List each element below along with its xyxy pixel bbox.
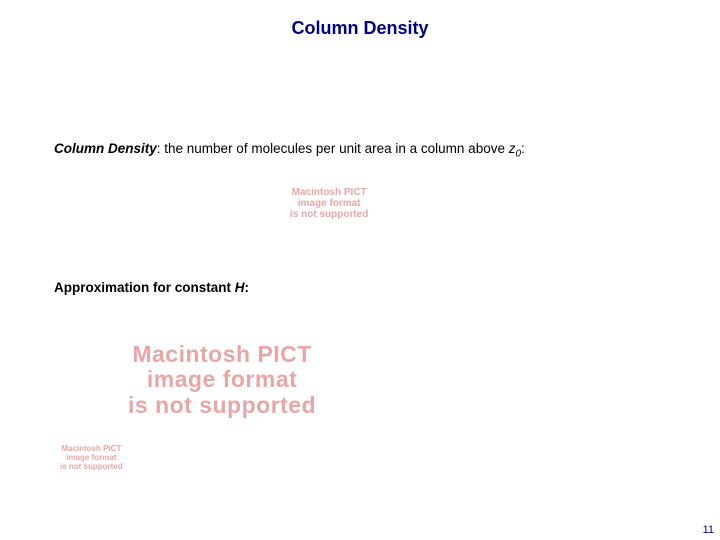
definition-text-2: : <box>521 141 525 156</box>
definition-term: Column Density <box>54 141 157 156</box>
placeholder-line: image format <box>290 198 368 209</box>
approximation-line: Approximation for constant H: <box>54 280 249 295</box>
pict-placeholder-2: Macintosh PICT image format is not suppo… <box>128 342 316 418</box>
pict-placeholder-3: Macintosh PICT image format is not suppo… <box>60 445 123 471</box>
pict-placeholder-1: Macintosh PICT image format is not suppo… <box>290 187 368 220</box>
placeholder-line: is not supported <box>60 463 123 472</box>
definition-line: Column Density: the number of molecules … <box>54 141 525 160</box>
definition-text-1: : the number of molecules per unit area … <box>157 141 509 156</box>
page-number: 11 <box>703 524 714 536</box>
placeholder-line: Macintosh PICT <box>290 187 368 198</box>
placeholder-line: is not supported <box>128 393 316 418</box>
page-title: Column Density <box>0 0 720 39</box>
approximation-var: H <box>235 280 245 295</box>
approximation-tail: : <box>245 280 250 295</box>
placeholder-line: image format <box>128 367 316 392</box>
placeholder-line: Macintosh PICT <box>128 342 316 367</box>
placeholder-line: is not supported <box>290 209 368 220</box>
approximation-lead: Approximation for constant <box>54 280 235 295</box>
